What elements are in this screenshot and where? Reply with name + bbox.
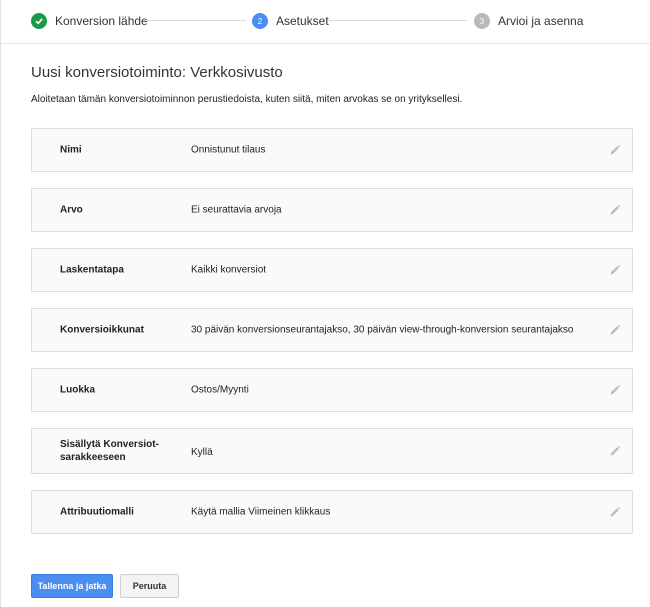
step-label: Asetukset bbox=[276, 14, 329, 28]
setting-label: Nimi bbox=[60, 144, 82, 156]
pencil-icon[interactable] bbox=[609, 384, 621, 396]
step-review-install[interactable]: 3 Arvioi ja asenna bbox=[474, 12, 583, 30]
setting-row-value[interactable]: Arvo Ei seurattavia arvoja bbox=[31, 188, 633, 232]
setting-value: Onnistunut tilaus bbox=[191, 144, 266, 156]
setting-row-category[interactable]: Luokka Ostos/Myynti bbox=[31, 368, 633, 412]
save-and-continue-button[interactable]: Tallenna ja jatka bbox=[31, 574, 113, 598]
pencil-icon[interactable] bbox=[609, 445, 621, 457]
setting-label: Laskentatapa bbox=[60, 264, 124, 276]
pencil-icon[interactable] bbox=[609, 204, 621, 216]
setting-label: Konversioikkunat bbox=[60, 324, 144, 336]
pencil-icon[interactable] bbox=[609, 324, 621, 336]
pencil-icon[interactable] bbox=[609, 506, 621, 518]
setting-value: Kaikki konversiot bbox=[191, 264, 267, 276]
step-connector bbox=[329, 20, 467, 21]
step-label: Konversion lähde bbox=[55, 14, 148, 28]
page-description: Aloitetaan tämän konversiotoiminnon peru… bbox=[31, 94, 463, 105]
setting-label: Arvo bbox=[60, 204, 83, 216]
pencil-icon[interactable] bbox=[609, 264, 621, 276]
page-title: Uusi konversiotoiminto: Verkkosivusto bbox=[31, 64, 283, 81]
setting-row-conversion-windows[interactable]: Konversioikkunat 30 päivän konversionseu… bbox=[31, 308, 633, 352]
setting-value: Ostos/Myynti bbox=[191, 384, 249, 396]
setting-value: Kyllä bbox=[191, 447, 213, 458]
setting-label: Attribuutiomalli bbox=[60, 506, 134, 518]
check-icon bbox=[31, 13, 47, 29]
step-connector bbox=[143, 20, 246, 21]
step-conversion-source[interactable]: Konversion lähde bbox=[31, 12, 148, 30]
setting-row-include-in-conversions[interactable]: Sisällytä Konversiot-sarakkeeseen Kyllä bbox=[31, 428, 633, 474]
step-number-badge: 3 bbox=[474, 13, 490, 29]
setting-row-attribution-model[interactable]: Attribuutiomalli Käytä mallia Viimeinen … bbox=[31, 490, 633, 534]
setting-value: Käytä mallia Viimeinen klikkaus bbox=[191, 506, 331, 518]
setting-label: Luokka bbox=[60, 384, 96, 396]
step-number-badge: 2 bbox=[252, 13, 268, 29]
setting-value: 30 päivän konversionseurantajakso, 30 pä… bbox=[191, 324, 574, 336]
pencil-icon[interactable] bbox=[609, 144, 621, 156]
cancel-button[interactable]: Peruuta bbox=[120, 574, 179, 598]
step-settings[interactable]: 2 Asetukset bbox=[252, 12, 329, 30]
progress-stepper: Konversion lähde 2 Asetukset 3 Arvioi ja… bbox=[1, 0, 650, 44]
conversion-setup-page: Konversion lähde 2 Asetukset 3 Arvioi ja… bbox=[0, 0, 650, 607]
setting-label: Sisällytä Konversiot-sarakkeeseen bbox=[60, 439, 159, 463]
setting-value: Ei seurattavia arvoja bbox=[191, 204, 282, 216]
step-label: Arvioi ja asenna bbox=[498, 14, 584, 28]
setting-row-counting[interactable]: Laskentatapa Kaikki konversiot bbox=[31, 248, 633, 292]
setting-row-name[interactable]: Nimi Onnistunut tilaus bbox=[31, 128, 633, 172]
